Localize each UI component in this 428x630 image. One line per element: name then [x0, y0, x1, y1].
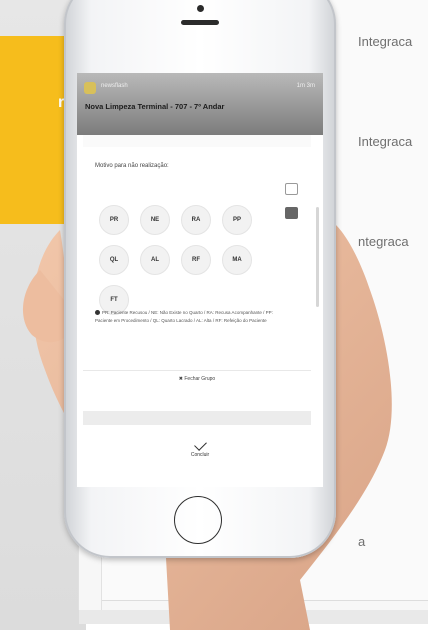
- legend-body: PR: Paciente Recusou / NE: Não Existe no…: [95, 310, 273, 323]
- check-icon: [193, 438, 207, 451]
- option-ne[interactable]: NE: [140, 205, 170, 235]
- camera-icon[interactable]: [285, 183, 298, 195]
- phone-device: newsflash 1m 3m Nova Limpeza Terminal - …: [64, 0, 336, 558]
- notification-app-name: newsflash: [101, 83, 128, 89]
- legend-text: PR: Paciente Recusou / NE: Não Existe no…: [95, 309, 277, 325]
- option-ql[interactable]: QL: [99, 245, 129, 275]
- scrollbar[interactable]: [316, 207, 319, 307]
- legend-dot-icon: [95, 310, 100, 316]
- notification-time: 1m 3m: [296, 83, 315, 89]
- image-icon[interactable]: [285, 207, 298, 219]
- camera-dot: [197, 5, 204, 12]
- app-icon: [84, 82, 96, 94]
- option-ra[interactable]: RA: [181, 205, 211, 235]
- close-group-button[interactable]: ✖ Fechar Grupo: [83, 376, 311, 382]
- row-label: Integraca: [358, 134, 413, 149]
- section-divider: [83, 411, 311, 425]
- row-label: aca: [358, 334, 379, 349]
- option-pr[interactable]: PR: [99, 205, 129, 235]
- conclude-button[interactable]: Concluir: [77, 438, 323, 458]
- row-label: ntegraca: [358, 234, 409, 249]
- speaker-grille: [181, 20, 219, 25]
- row-label: a: [358, 534, 366, 549]
- reason-label: Motivo para não realização:: [95, 163, 169, 169]
- reason-card: Motivo para não realização: PR NE RA PP …: [83, 147, 311, 391]
- conclude-label: Concluir: [190, 452, 210, 458]
- option-pp[interactable]: PP: [222, 205, 252, 235]
- option-ma[interactable]: MA: [222, 245, 252, 275]
- notification-title: Nova Limpeza Terminal - 707 - 7º Andar: [85, 102, 225, 111]
- row-label: Integraca: [358, 34, 413, 49]
- option-rf[interactable]: RF: [181, 245, 211, 275]
- home-button[interactable]: [174, 496, 222, 544]
- option-al[interactable]: AL: [140, 245, 170, 275]
- phone-screen: newsflash 1m 3m Nova Limpeza Terminal - …: [77, 73, 323, 487]
- push-notification[interactable]: newsflash 1m 3m Nova Limpeza Terminal - …: [77, 73, 323, 135]
